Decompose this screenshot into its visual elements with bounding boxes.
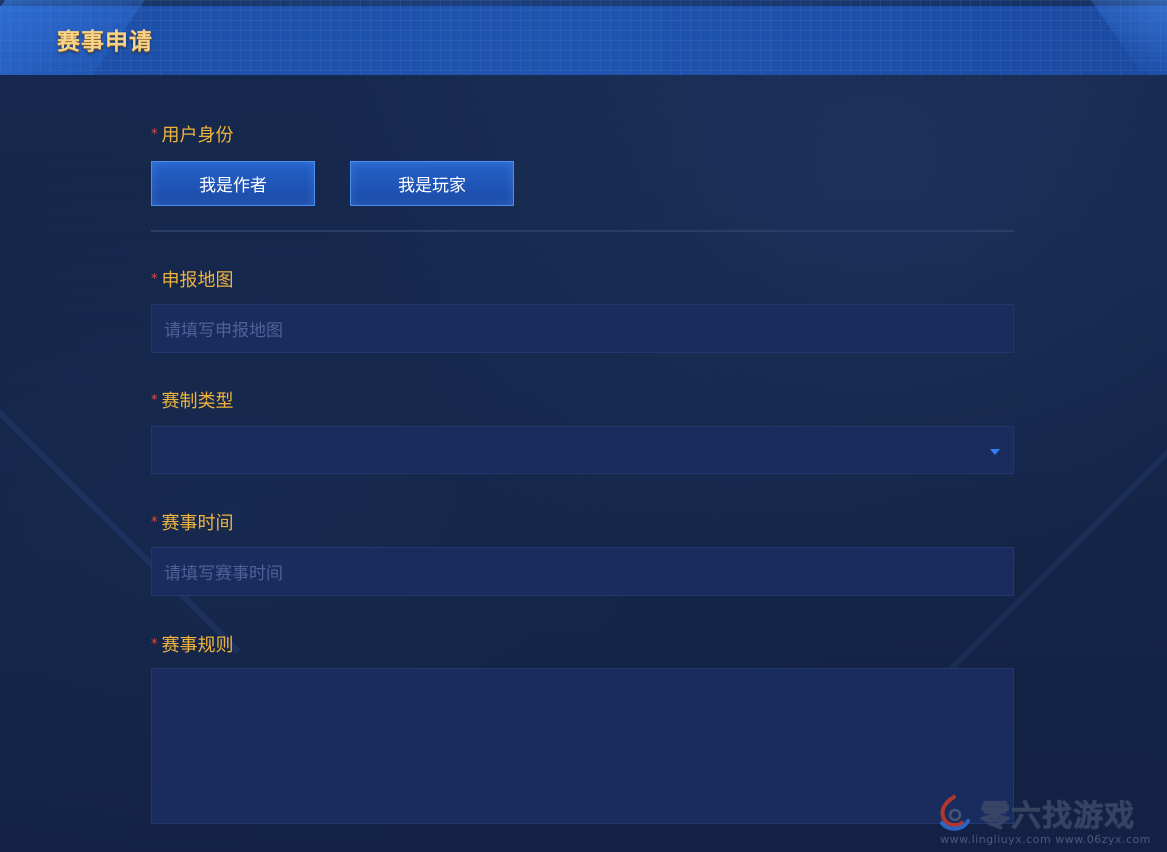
section-divider xyxy=(151,230,1014,232)
rules-label-text: 赛事规则 xyxy=(161,635,234,656)
time-input-placeholder: 请填写赛事时间 xyxy=(164,564,283,584)
header-grid-pattern xyxy=(0,0,1167,75)
rules-textarea[interactable] xyxy=(151,668,1014,824)
required-mark: * xyxy=(151,637,158,652)
page-title: 赛事申请 xyxy=(57,29,153,55)
watermark-row: 零六找游戏 xyxy=(934,791,1135,835)
watermark-urls: www.lingliuyx.com www.06zyx.com xyxy=(940,833,1151,846)
author-role-button[interactable]: 我是作者 xyxy=(151,161,315,206)
required-mark: * xyxy=(151,272,158,287)
format-label: * 赛制类型 xyxy=(151,391,234,413)
watermark-logo-icon xyxy=(940,795,971,831)
format-label-text: 赛制类型 xyxy=(161,391,234,412)
identity-label: * 用户身份 xyxy=(151,125,234,147)
watermark-brand: 零六找游戏 xyxy=(980,799,1136,834)
required-mark: * xyxy=(151,127,158,142)
required-mark: * xyxy=(151,515,158,530)
format-select[interactable] xyxy=(151,426,1014,474)
map-label-text: 申报地图 xyxy=(161,270,234,291)
map-input[interactable]: 请填写申报地图 xyxy=(151,304,1014,353)
page-header: 赛事申请 xyxy=(0,0,1167,75)
map-input-placeholder: 请填写申报地图 xyxy=(164,321,283,341)
time-label: * 赛事时间 xyxy=(151,513,234,535)
required-mark: * xyxy=(151,393,158,408)
player-role-button[interactable]: 我是玩家 xyxy=(350,161,514,206)
identity-label-text: 用户身份 xyxy=(161,125,234,146)
map-label: * 申报地图 xyxy=(151,270,234,292)
caret-down-icon[interactable] xyxy=(990,449,1000,455)
rules-label: * 赛事规则 xyxy=(151,635,234,657)
site-watermark: 零六找游戏 www.lingliuyx.com www.06zyx.com xyxy=(934,791,1151,846)
time-label-text: 赛事时间 xyxy=(161,513,234,534)
time-input[interactable]: 请填写赛事时间 xyxy=(151,547,1014,596)
